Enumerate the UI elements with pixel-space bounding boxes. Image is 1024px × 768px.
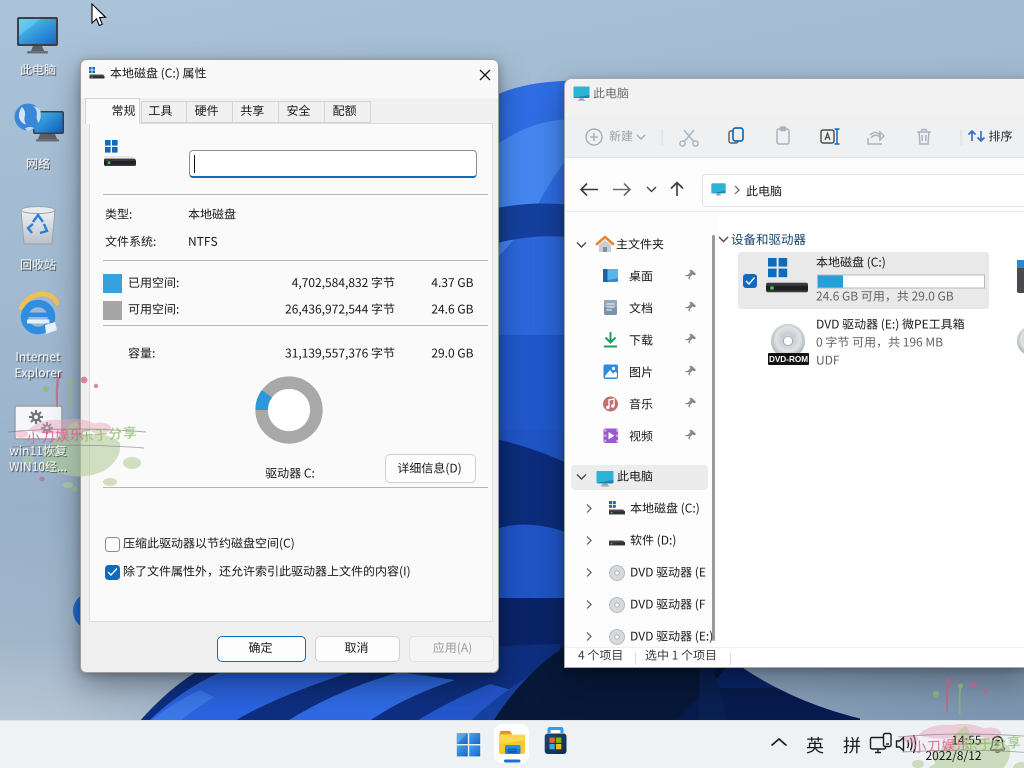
- svg-text:DVD-ROM: DVD-ROM: [769, 355, 808, 364]
